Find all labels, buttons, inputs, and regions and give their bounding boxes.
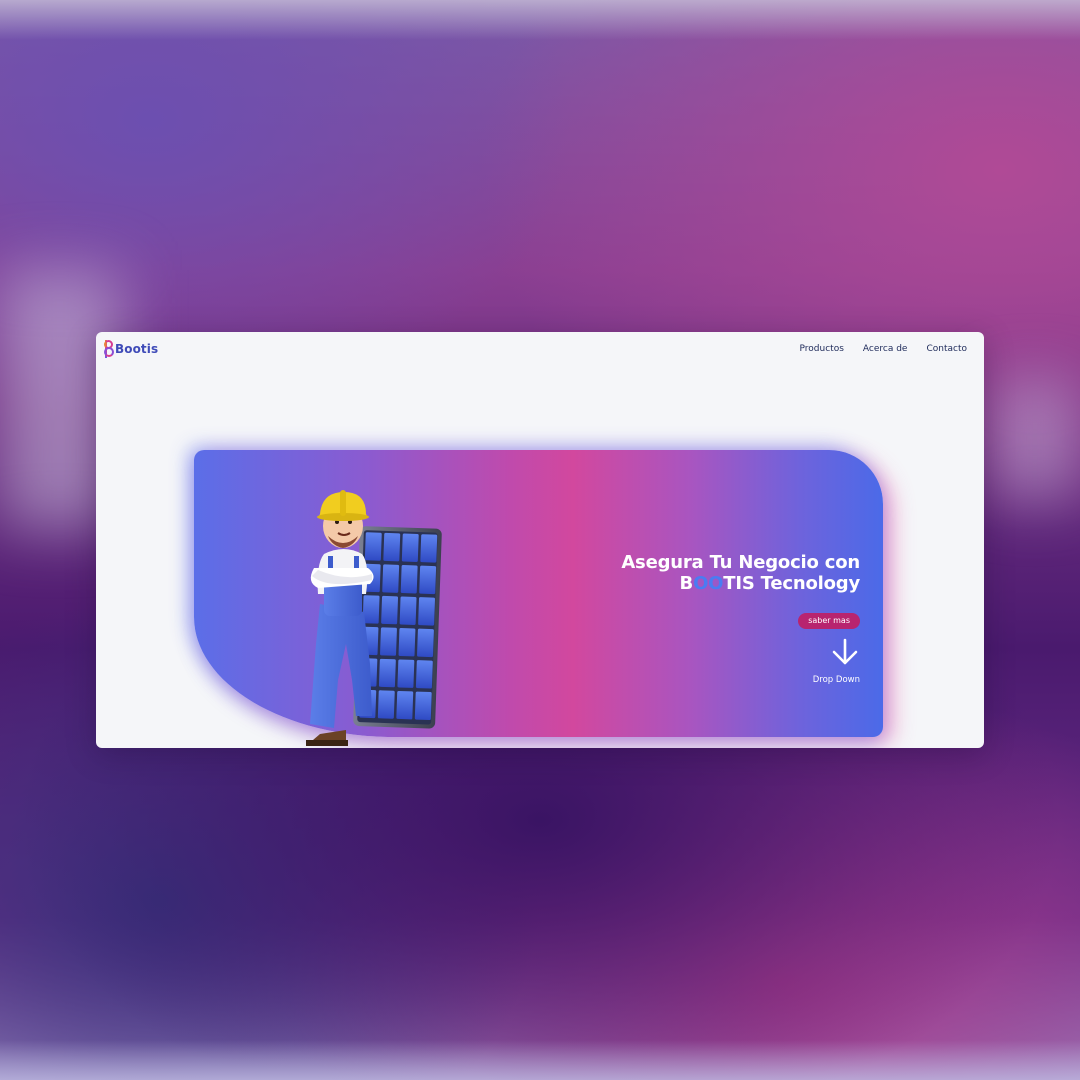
nav-links: Productos Acerca de Contacto <box>800 344 967 354</box>
solar-cell <box>383 532 401 562</box>
cta-row: saber mas <box>798 608 860 629</box>
solar-cell <box>382 564 400 593</box>
solar-cell <box>415 660 433 689</box>
saber-mas-button[interactable]: saber mas <box>798 613 860 629</box>
solar-cell <box>381 595 399 625</box>
solar-cell <box>397 659 415 688</box>
drop-down-control[interactable]: Drop Down <box>800 637 860 687</box>
logo[interactable]: Bootis <box>104 338 158 360</box>
background-bottom-fade <box>0 1040 1080 1080</box>
solar-cell <box>401 533 419 562</box>
background-top-fade <box>0 0 1080 40</box>
hero-title-brand-highlight: OO <box>693 573 724 594</box>
solar-cell <box>419 565 437 595</box>
background-blur-right <box>990 380 1080 500</box>
nav-link-contacto[interactable]: Contacto <box>926 344 967 354</box>
solar-cell <box>399 596 417 625</box>
hero-heading: Asegura Tu Negocio con BOOTIS Tecnology <box>621 552 860 594</box>
solar-cell <box>417 628 434 658</box>
hero-title-brand-suffix: TIS Tecnology <box>723 573 860 594</box>
hero-title-line1: Asegura Tu Negocio con <box>621 552 860 573</box>
navbar: Bootis Productos Acerca de Contacto <box>96 332 984 368</box>
solar-cell <box>420 534 438 563</box>
logo-text: Bootis <box>115 342 159 356</box>
solar-cell <box>400 565 418 594</box>
hero-title-brand-prefix: B <box>679 573 694 594</box>
solar-cell <box>418 597 435 626</box>
drop-down-label: Drop Down <box>812 675 860 685</box>
solar-cell <box>378 658 396 688</box>
solar-cell <box>398 627 416 657</box>
solar-cell <box>414 691 432 721</box>
bootis-logo-icon <box>104 338 116 360</box>
solar-cell <box>396 690 414 720</box>
website-window: Bootis Productos Acerca de Contacto Aseg… <box>96 332 984 748</box>
solar-cell <box>377 690 395 719</box>
solar-cell <box>380 627 397 656</box>
solar-cell <box>362 595 380 624</box>
arrow-down-icon <box>832 638 858 665</box>
nav-link-productos[interactable]: Productos <box>800 344 844 354</box>
nav-link-acerca-de[interactable]: Acerca de <box>863 344 908 354</box>
solar-cell <box>364 532 382 561</box>
worker-with-solar-panel-illustration <box>306 490 442 746</box>
